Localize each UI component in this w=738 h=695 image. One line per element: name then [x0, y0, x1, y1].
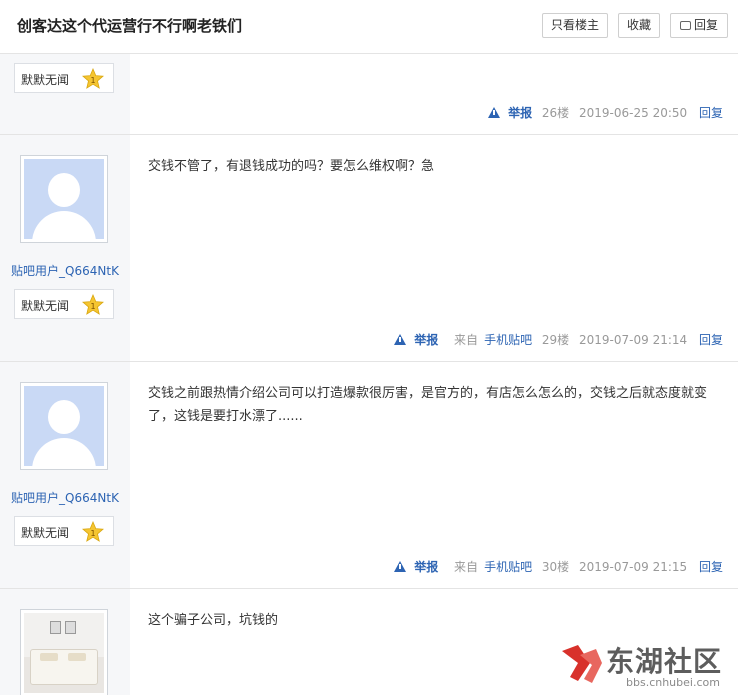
level-star-icon: 1 [82, 68, 104, 89]
reply-link[interactable]: 回复 [699, 106, 723, 120]
level-star-icon: 1 [82, 294, 104, 315]
post-content: 交钱之前跟热情介绍公司可以打造爆款很厉害，是官方的，有店怎么怎么的，交钱之后就态… [148, 386, 708, 424]
donghu-logo-icon [562, 645, 602, 683]
post-content: 交钱不管了，有退钱成功的吗？要怎么维权啊？急 [148, 159, 435, 174]
report-link[interactable]: 举报 [388, 560, 438, 574]
source-label: 来自 手机贴吧 [454, 333, 533, 347]
reply-link[interactable]: 回复 [699, 333, 723, 347]
post-floor-29: 贴吧用户_Q664NtK 默默无闻 1 交钱不管了，有退钱成功的吗？要怎么维权啊… [0, 135, 738, 362]
level-number: 1 [90, 302, 95, 311]
post-floor-26: 默默无闻 1 举报 26楼 2019-06-25 20:50 回复 [0, 54, 738, 135]
author-panel: 默默无闻 1 [0, 54, 130, 134]
reply-button-label: 回复 [693, 18, 718, 32]
avatar[interactable] [20, 382, 108, 470]
watermark-url: bbs.cnhubei.com [626, 676, 720, 689]
username-link[interactable]: 贴吧用户_Q664NtK [0, 489, 130, 506]
level-star-icon: 1 [82, 521, 104, 542]
watermark-title: 东湖社区 [606, 645, 723, 678]
post-meta: 举报 26楼 2019-06-25 20:50 回复 [476, 104, 723, 121]
reply-link[interactable]: 回复 [699, 560, 723, 574]
post-floor-30: 贴吧用户_Q664NtK 默默无闻 1 交钱之前跟热情介绍公司可以打造爆款很厉害… [0, 362, 738, 589]
user-badge: 默默无闻 1 [14, 63, 114, 93]
warning-icon [394, 561, 407, 572]
default-avatar-icon [24, 386, 104, 466]
only-op-button[interactable]: 只看楼主 [542, 13, 608, 38]
comment-icon [679, 21, 691, 30]
post-time: 2019-06-25 20:50 [579, 106, 688, 120]
default-avatar-icon [24, 159, 104, 239]
post-time: 2019-07-09 21:15 [579, 560, 688, 574]
mobile-tieba-link[interactable]: 手机贴吧 [484, 560, 532, 574]
author-panel: 贴吧用户_Q664NtK 默默无闻 1 [0, 362, 130, 588]
avatar[interactable] [20, 155, 108, 243]
favorite-button[interactable]: 收藏 [618, 13, 660, 38]
mobile-tieba-link[interactable]: 手机贴吧 [484, 333, 532, 347]
source-label: 来自 手机贴吧 [454, 560, 533, 574]
user-badge: 默默无闻 1 [14, 289, 114, 319]
author-panel: 贴吧用户_Q664NtK 默默无闻 1 [0, 135, 130, 361]
post-content: 这个骗子公司，坑钱的 [148, 613, 279, 628]
avatar[interactable] [20, 609, 108, 695]
level-number: 1 [90, 76, 95, 85]
site-watermark: 东湖社区 bbs.cnhubei.com [556, 638, 736, 695]
username-link[interactable]: 贴吧用户_Q664NtK [0, 262, 130, 279]
post-time: 2019-07-09 21:14 [579, 333, 688, 347]
warning-icon [488, 107, 501, 118]
user-badge: 默默无闻 1 [14, 516, 114, 546]
bedroom-photo-avatar [24, 613, 104, 693]
floor-number: 30楼 [541, 560, 570, 574]
floor-number: 29楼 [541, 333, 570, 347]
floor-number: 26楼 [541, 106, 570, 120]
badge-title: 默默无闻 [21, 73, 70, 87]
badge-title: 默默无闻 [21, 526, 70, 540]
thread-title: 创客达这个代运营行不行啊老铁们 [17, 17, 243, 35]
post-meta: 举报 来自 手机贴吧 30楼 2019-07-09 21:15 回复 [382, 558, 723, 575]
post-meta: 举报 来自 手机贴吧 29楼 2019-07-09 21:14 回复 [382, 331, 723, 348]
warning-icon [394, 334, 407, 345]
report-link[interactable]: 举报 [482, 106, 532, 120]
level-number: 1 [90, 529, 95, 538]
reply-button[interactable]: 回复 [670, 13, 728, 38]
author-panel [0, 589, 130, 695]
thread-header: 创客达这个代运营行不行啊老铁们 只看楼主 收藏 回复 [0, 0, 738, 54]
report-link[interactable]: 举报 [388, 333, 438, 347]
badge-title: 默默无闻 [21, 299, 70, 313]
